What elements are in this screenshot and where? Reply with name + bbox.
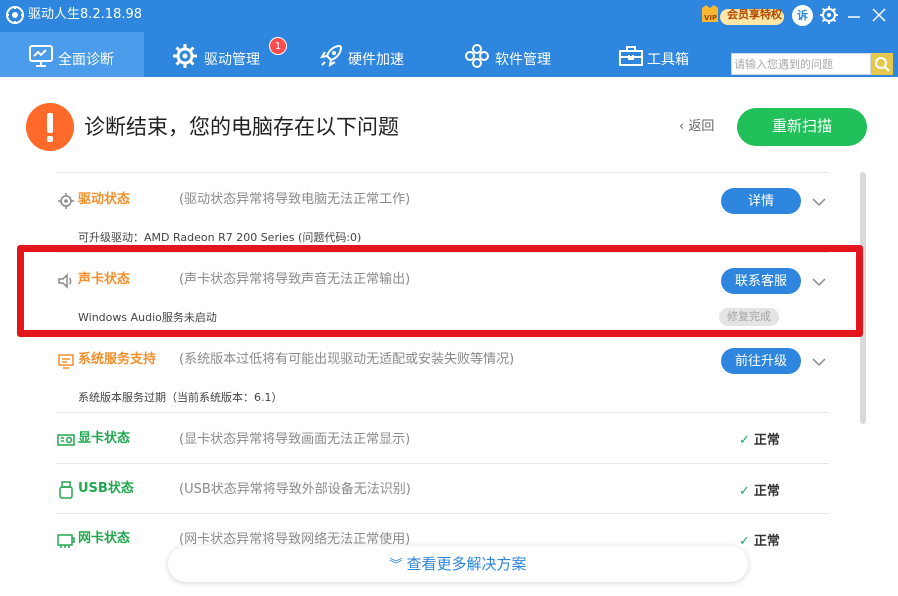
status-badge: 修复完成 [719, 308, 779, 326]
tab-driver-management[interactable]: 驱动管理 [160, 32, 280, 77]
check-icon: ✓ [739, 534, 750, 549]
graphics-card-icon [57, 434, 75, 446]
divider [57, 513, 829, 514]
divider [57, 332, 829, 333]
status-normal: ✓ 正常 [739, 534, 780, 550]
chevron-down-icon[interactable] [811, 276, 827, 288]
tab-toolbox[interactable]: 工具箱 [608, 32, 708, 77]
tab-label: 软件管理 [495, 52, 551, 68]
tab-software-management[interactable]: 软件管理 [452, 32, 568, 77]
feedback-icon[interactable]: 诉 [792, 5, 813, 26]
search-icon[interactable] [871, 53, 893, 75]
search-box [731, 53, 871, 75]
upgrade-button[interactable]: 前往升级 [721, 348, 801, 374]
rocket-icon [319, 44, 343, 68]
page-title: 诊断结束，您的电脑存在以下问题 [84, 115, 399, 139]
tab-full-diagnosis[interactable]: 全面诊断 [0, 32, 144, 77]
toolbox-icon [619, 46, 643, 66]
details-button[interactable]: 详情 [721, 188, 801, 214]
back-link[interactable]: ‹ 返回 [679, 119, 714, 135]
contact-support-button[interactable]: 联系客服 [721, 268, 801, 294]
app-title: 驱动人生8.2.18.98 [28, 7, 143, 22]
divider [57, 463, 829, 464]
usb-icon [59, 481, 73, 499]
tab-label: 全面诊断 [58, 52, 114, 68]
chevron-down-icon[interactable] [811, 356, 827, 368]
speaker-icon [58, 273, 72, 289]
divider [57, 172, 829, 173]
svg-text:VIP: VIP [704, 14, 717, 22]
alert-icon [26, 103, 74, 151]
update-count-badge: 1 [269, 37, 287, 55]
network-card-icon [57, 534, 75, 548]
more-solutions-button[interactable]: ︾ 查看更多解决方案 [168, 546, 748, 582]
chevron-left-icon: ‹ [679, 119, 689, 134]
rescan-button[interactable]: 重新扫描 [737, 108, 867, 146]
row-description: (USB状态异常将导致外部设备无法识别) [179, 482, 411, 497]
app-window: 驱动人生8.2.18.98 VIP 会员享特权 诉 全面诊断 驱动管理 1 硬件… [0, 0, 898, 596]
check-icon: ✓ [739, 433, 750, 448]
minimize-icon[interactable] [846, 5, 862, 25]
row-title: 驱动状态 [78, 192, 131, 207]
check-icon: ✓ [739, 484, 750, 499]
double-chevron-down-icon: ︾ [389, 558, 403, 573]
monitor-chart-icon [29, 45, 53, 67]
row-description: (显卡状态异常将导致画面无法正常显示) [179, 432, 411, 447]
tab-label: 驱动管理 [204, 52, 260, 68]
divider [57, 252, 829, 253]
status-normal: ✓ 正常 [739, 484, 780, 500]
row-detail: Windows Audio服务未启动 [78, 311, 217, 324]
search-input[interactable] [734, 54, 868, 74]
row-title: USB状态 [78, 481, 134, 496]
app-logo-icon [6, 6, 24, 24]
tab-label: 硬件加速 [348, 52, 404, 68]
divider [57, 412, 829, 413]
row-description: (声卡状态异常将导致声音无法正常输出) [179, 272, 411, 287]
row-detail: 可升级驱动：AMD Radeon R7 200 Series (问题代码:0) [78, 231, 362, 244]
title-bar: 驱动人生8.2.18.98 VIP 会员享特权 诉 [0, 0, 898, 32]
chevron-down-icon[interactable] [811, 196, 827, 208]
status-label: 正常 [753, 433, 780, 448]
tab-label: 工具箱 [647, 52, 689, 68]
close-icon[interactable] [870, 5, 888, 25]
status-label: 正常 [753, 534, 780, 549]
row-title: 系统服务支持 [78, 352, 157, 367]
monitor-icon [58, 354, 74, 369]
tab-hardware-acceleration[interactable]: 硬件加速 [306, 32, 422, 77]
row-title: 网卡状态 [78, 531, 131, 546]
scrollbar[interactable] [860, 172, 866, 424]
row-title: 声卡状态 [78, 272, 131, 287]
row-description: (驱动状态异常将导致电脑无法正常工作) [179, 192, 411, 207]
gear-icon [173, 44, 197, 68]
row-detail: 系统版本服务过期（当前系统版本：6.1） [78, 391, 283, 404]
status-label: 正常 [753, 484, 780, 499]
status-normal: ✓ 正常 [739, 433, 780, 449]
vip-label[interactable]: 会员享特权 [727, 9, 782, 21]
gear-icon[interactable] [819, 5, 839, 25]
gear-outline-icon [58, 193, 74, 209]
back-label: 返回 [688, 119, 715, 134]
more-solutions-label: 查看更多解决方案 [406, 555, 527, 573]
row-description: (系统版本过低将有可能出现驱动无适配或安装失败等情况) [179, 352, 515, 367]
row-title: 显卡状态 [78, 431, 131, 446]
flower-apps-icon [465, 44, 489, 68]
